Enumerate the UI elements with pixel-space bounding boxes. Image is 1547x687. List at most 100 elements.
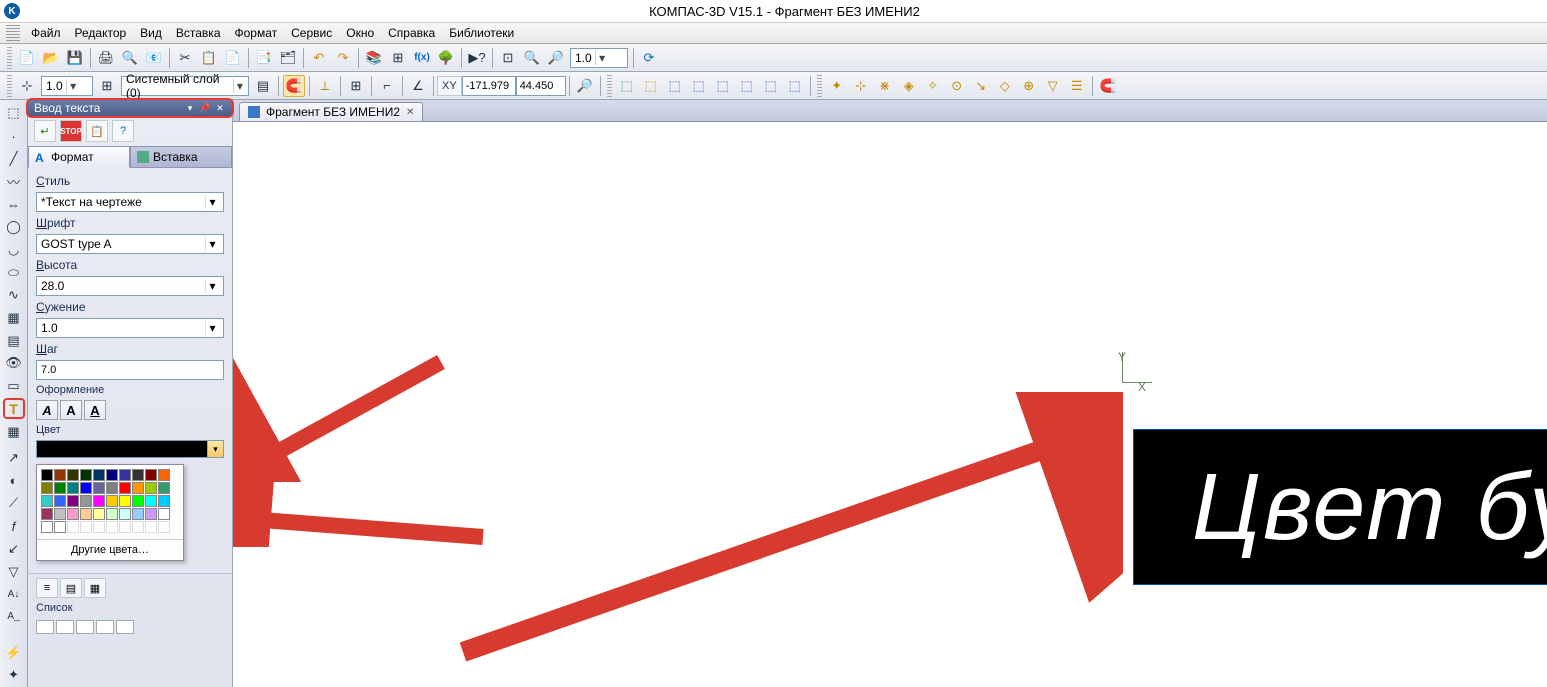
color-cell[interactable] bbox=[158, 495, 170, 507]
style-combo[interactable]: *Текст на чертеже ▾ bbox=[36, 192, 224, 212]
current-view-button[interactable]: ⊹ bbox=[16, 75, 38, 97]
list-btn-1[interactable] bbox=[36, 620, 54, 634]
list-btn-4[interactable] bbox=[96, 620, 114, 634]
filter-button[interactable]: 🔎 bbox=[574, 75, 596, 97]
local-cs-button[interactable]: ⌐ bbox=[376, 75, 398, 97]
preview-button[interactable]: 🔍 bbox=[119, 47, 141, 69]
more-colors-button[interactable]: Другие цвета… bbox=[37, 539, 183, 560]
close-icon[interactable]: ✕ bbox=[406, 107, 414, 118]
document-tab[interactable]: Фрагмент БЕЗ ИМЕНИ2 ✕ bbox=[239, 102, 423, 121]
text-tool[interactable]: T bbox=[3, 398, 25, 419]
edit-4[interactable]: f bbox=[3, 516, 25, 537]
snap-angle-button[interactable]: ∠ bbox=[407, 75, 429, 97]
osnap-5[interactable]: ✧ bbox=[922, 75, 944, 97]
undo-button[interactable]: ↶ bbox=[308, 47, 330, 69]
color-cell[interactable] bbox=[132, 521, 144, 533]
color-cell[interactable] bbox=[80, 521, 92, 533]
edit-1[interactable]: ↗ bbox=[3, 448, 25, 469]
color-cell[interactable] bbox=[80, 469, 92, 481]
layer-combo[interactable]: Системный слой (0) ▾ bbox=[121, 76, 249, 96]
grid-button[interactable]: ⊞ bbox=[345, 75, 367, 97]
color-cell[interactable] bbox=[106, 521, 118, 533]
color-cell[interactable] bbox=[119, 469, 131, 481]
refresh-button[interactable]: ⟳ bbox=[638, 47, 660, 69]
color-cell[interactable] bbox=[93, 521, 105, 533]
color-cell[interactable] bbox=[145, 469, 157, 481]
step-input[interactable] bbox=[36, 360, 224, 380]
osnap-6[interactable]: ⊙ bbox=[946, 75, 968, 97]
color-cell[interactable] bbox=[41, 521, 53, 533]
polyline-tool[interactable]: 〰 bbox=[3, 171, 25, 192]
color-cell[interactable] bbox=[41, 495, 53, 507]
color-cell[interactable] bbox=[93, 495, 105, 507]
color-cell[interactable] bbox=[54, 495, 66, 507]
spline-tool[interactable]: ∿ bbox=[3, 285, 25, 306]
color-cell[interactable] bbox=[132, 508, 144, 520]
list-btn-3[interactable] bbox=[76, 620, 94, 634]
color-cell[interactable] bbox=[93, 508, 105, 520]
point-tool[interactable]: · bbox=[3, 126, 25, 147]
zoom-combo[interactable]: 1.0 ▾ bbox=[570, 48, 628, 68]
frame-tool[interactable]: ▭ bbox=[3, 376, 25, 397]
color-cell[interactable] bbox=[132, 495, 144, 507]
osnap-10[interactable]: ▽ bbox=[1042, 75, 1064, 97]
color-cell[interactable] bbox=[106, 469, 118, 481]
spec-button-5[interactable]: ⬚ bbox=[712, 75, 734, 97]
color-cell[interactable] bbox=[93, 469, 105, 481]
sheet-tool[interactable]: ▦ bbox=[3, 421, 25, 442]
height-combo[interactable]: 28.0 ▾ bbox=[36, 276, 224, 296]
zoom-realtime-button[interactable]: 🔎 bbox=[545, 47, 567, 69]
color-cell[interactable] bbox=[80, 508, 92, 520]
panel-menu-icon[interactable]: ▾ bbox=[184, 102, 196, 114]
underline-button[interactable]: A bbox=[84, 400, 106, 420]
bold-button[interactable]: A bbox=[60, 400, 82, 420]
properties-button[interactable]: 📑 bbox=[253, 47, 275, 69]
osnap-3[interactable]: ⋇ bbox=[874, 75, 896, 97]
variables-button[interactable]: f(x) bbox=[411, 47, 433, 69]
color-cell[interactable] bbox=[67, 508, 79, 520]
color-cell[interactable] bbox=[106, 495, 118, 507]
narrow-combo[interactable]: 1.0 ▾ bbox=[36, 318, 224, 338]
list-btn-5[interactable] bbox=[116, 620, 134, 634]
table-tool[interactable]: ▤ bbox=[3, 330, 25, 351]
color-cell[interactable] bbox=[158, 521, 170, 533]
selection-tool[interactable]: ⬚ bbox=[3, 103, 25, 124]
edit-3[interactable]: ⟋ bbox=[3, 493, 25, 514]
apply-button[interactable]: ↵ bbox=[34, 120, 56, 142]
edit-2[interactable]: ◐ bbox=[3, 470, 25, 491]
spec-button-7[interactable]: ⬚ bbox=[760, 75, 782, 97]
color-cell[interactable] bbox=[119, 482, 131, 494]
osnap-4[interactable]: ◈ bbox=[898, 75, 920, 97]
tree-button[interactable]: 🌳 bbox=[435, 47, 457, 69]
open-button[interactable]: 📂 bbox=[40, 47, 62, 69]
color-cell[interactable] bbox=[93, 482, 105, 494]
label-tool[interactable]: A↓ bbox=[3, 584, 25, 605]
menu-insert[interactable]: Вставка bbox=[169, 24, 228, 42]
osnap-9[interactable]: ⊕ bbox=[1018, 75, 1040, 97]
color-cell[interactable] bbox=[106, 482, 118, 494]
base-tool[interactable]: A_ bbox=[3, 607, 25, 628]
ortho-button[interactable]: ⟂ bbox=[314, 75, 336, 97]
stop-button[interactable]: STOP bbox=[60, 120, 82, 142]
roughness-tool[interactable]: ▽ bbox=[3, 561, 25, 582]
panel-title-bar[interactable]: Ввод текста ▾ 📌 ✕ bbox=[26, 98, 234, 118]
menu-view[interactable]: Вид bbox=[133, 24, 169, 42]
menu-format[interactable]: Формат bbox=[228, 24, 285, 42]
help-button[interactable]: ? bbox=[112, 120, 134, 142]
arc-tool[interactable]: ◡ bbox=[3, 240, 25, 261]
color-cell[interactable] bbox=[54, 521, 66, 533]
color-cell[interactable] bbox=[145, 521, 157, 533]
send-button[interactable]: 📧 bbox=[143, 47, 165, 69]
text-preview[interactable]: Цвет букв bbox=[1133, 429, 1547, 585]
italic-button[interactable]: A bbox=[36, 400, 58, 420]
color-cell[interactable] bbox=[67, 495, 79, 507]
color-cell[interactable] bbox=[119, 495, 131, 507]
color-cell[interactable] bbox=[132, 482, 144, 494]
hatch-tool[interactable]: ▦ bbox=[3, 308, 25, 329]
layers-button[interactable]: ▤ bbox=[252, 75, 274, 97]
menu-service[interactable]: Сервис bbox=[284, 24, 339, 42]
color-cell[interactable] bbox=[145, 495, 157, 507]
circle-tool[interactable]: ◯ bbox=[3, 217, 25, 238]
menu-window[interactable]: Окно bbox=[339, 24, 381, 42]
color-cell[interactable] bbox=[132, 469, 144, 481]
